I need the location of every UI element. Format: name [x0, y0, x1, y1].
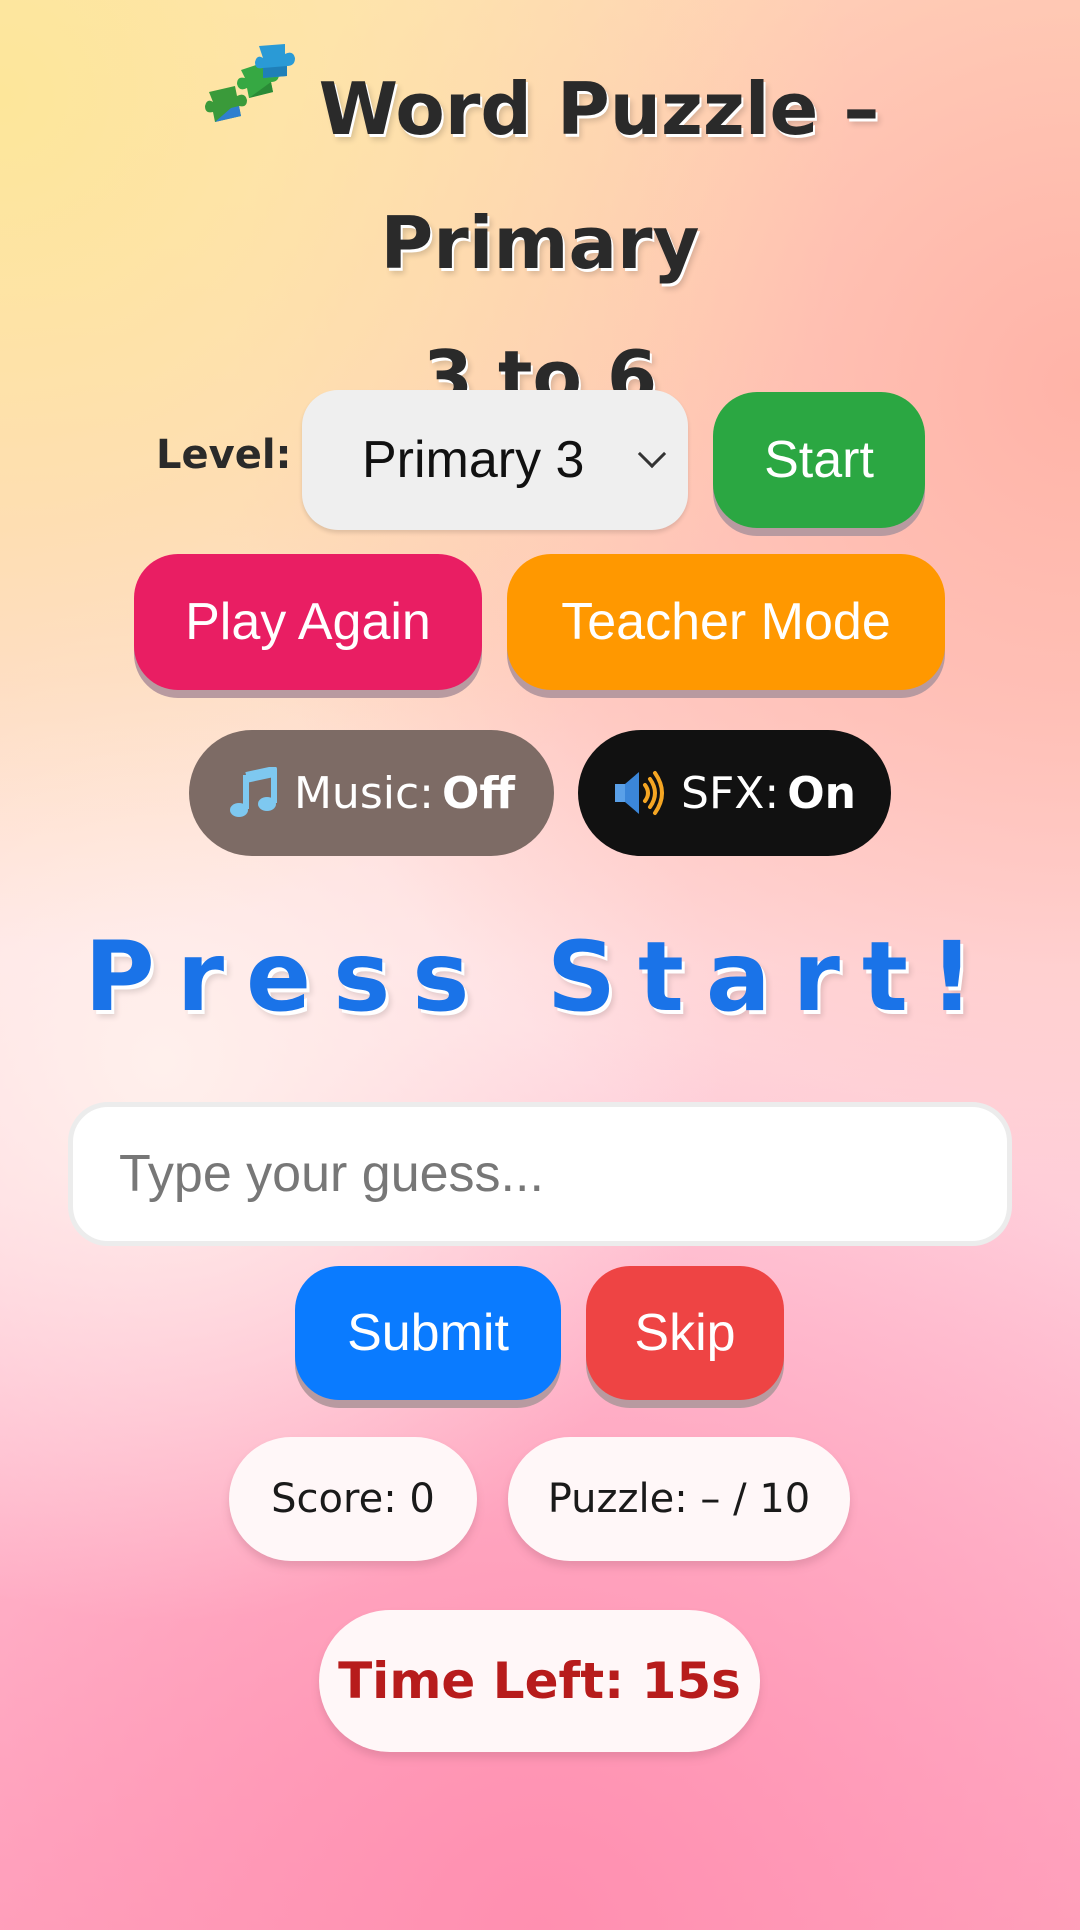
status-message: Press Start!	[84, 921, 996, 1033]
level-label: Level:	[156, 432, 292, 478]
guess-input[interactable]	[68, 1102, 1012, 1246]
level-select[interactable]: Primary 3	[302, 390, 688, 530]
submit-button[interactable]: Submit	[295, 1266, 561, 1400]
music-toggle-button[interactable]: Music: Off	[189, 730, 554, 856]
sfx-state: On	[787, 767, 856, 819]
puzzle-text: Puzzle: – / 10	[547, 1476, 811, 1522]
page-title: Word Puzzle – Primary 3 to 6	[40, 40, 1040, 444]
timer-badge: Time Left: 15s	[319, 1610, 760, 1752]
play-again-button[interactable]: Play Again	[134, 554, 482, 690]
title-line-1: Word Puzzle – Primary	[318, 67, 880, 285]
music-note-icon	[228, 767, 280, 819]
chevron-down-icon	[637, 439, 667, 469]
time-text: Time Left: 15s	[338, 1652, 741, 1710]
puzzle-progress-badge: Puzzle: – / 10	[508, 1437, 850, 1561]
speaker-icon	[613, 767, 667, 819]
sfx-toggle-button[interactable]: SFX: On	[578, 730, 891, 856]
sfx-label: SFX:	[681, 767, 780, 819]
level-select-value: Primary 3	[362, 431, 585, 489]
music-label: Music:	[293, 767, 434, 819]
start-button[interactable]: Start	[713, 392, 925, 528]
puzzle-pieces-icon	[201, 40, 301, 140]
skip-button[interactable]: Skip	[586, 1266, 784, 1400]
teacher-mode-button[interactable]: Teacher Mode	[507, 554, 945, 690]
music-state: Off	[441, 767, 516, 819]
score-badge: Score: 0	[229, 1437, 477, 1561]
score-text: Score: 0	[271, 1476, 435, 1522]
